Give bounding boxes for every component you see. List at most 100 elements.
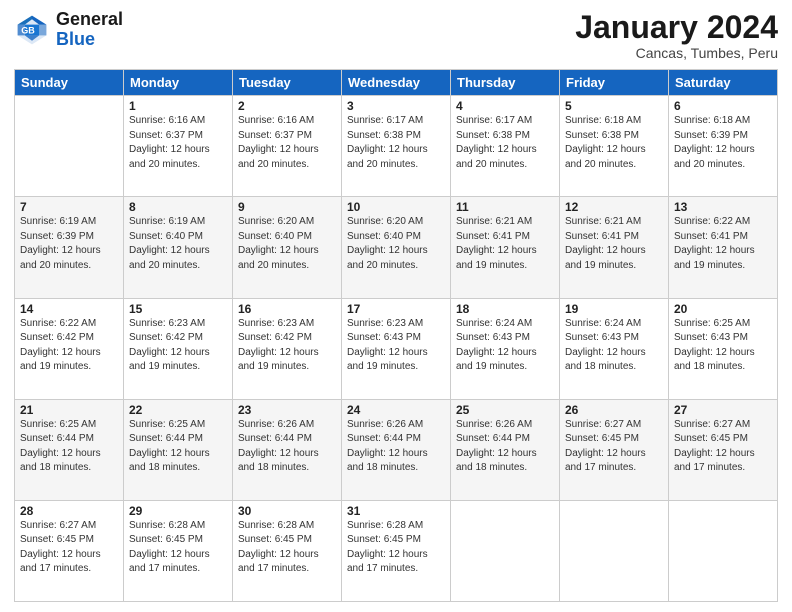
sunrise-text: Sunrise: 6:23 AM <box>129 318 205 329</box>
table-row: 8 Sunrise: 6:19 AM Sunset: 6:40 PM Dayli… <box>124 197 233 298</box>
header: GB General Blue January 2024 Cancas, Tum… <box>14 10 778 61</box>
sunrise-text: Sunrise: 6:22 AM <box>20 318 96 329</box>
day-number: 29 <box>129 504 227 518</box>
logo-text: General Blue <box>56 10 123 50</box>
day-number: 1 <box>129 99 227 113</box>
page: GB General Blue January 2024 Cancas, Tum… <box>0 0 792 612</box>
day-number: 27 <box>674 403 772 417</box>
table-row <box>669 500 778 601</box>
daylight-text: Daylight: 12 hours and 17 minutes. <box>238 549 319 575</box>
day-number: 28 <box>20 504 118 518</box>
sunset-text: Sunset: 6:37 PM <box>129 130 203 141</box>
daylight-text: Daylight: 12 hours and 17 minutes. <box>347 549 428 575</box>
col-sunday: Sunday <box>15 70 124 96</box>
sunset-text: Sunset: 6:45 PM <box>129 534 203 545</box>
day-number: 8 <box>129 200 227 214</box>
table-row: 13 Sunrise: 6:22 AM Sunset: 6:41 PM Dayl… <box>669 197 778 298</box>
sunset-text: Sunset: 6:41 PM <box>674 231 748 242</box>
sunset-text: Sunset: 6:45 PM <box>565 433 639 444</box>
sunset-text: Sunset: 6:40 PM <box>347 231 421 242</box>
sunset-text: Sunset: 6:40 PM <box>238 231 312 242</box>
daylight-text: Daylight: 12 hours and 20 minutes. <box>129 144 210 170</box>
sunset-text: Sunset: 6:43 PM <box>674 332 748 343</box>
day-number: 23 <box>238 403 336 417</box>
day-number: 15 <box>129 302 227 316</box>
sunrise-text: Sunrise: 6:18 AM <box>674 115 750 126</box>
table-row: 24 Sunrise: 6:26 AM Sunset: 6:44 PM Dayl… <box>342 399 451 500</box>
sunset-text: Sunset: 6:43 PM <box>347 332 421 343</box>
daylight-text: Daylight: 12 hours and 19 minutes. <box>565 245 646 271</box>
day-number: 5 <box>565 99 663 113</box>
daylight-text: Daylight: 12 hours and 19 minutes. <box>20 347 101 373</box>
table-row: 19 Sunrise: 6:24 AM Sunset: 6:43 PM Dayl… <box>560 298 669 399</box>
sunset-text: Sunset: 6:43 PM <box>565 332 639 343</box>
col-wednesday: Wednesday <box>342 70 451 96</box>
sunset-text: Sunset: 6:38 PM <box>565 130 639 141</box>
day-number: 30 <box>238 504 336 518</box>
table-row: 17 Sunrise: 6:23 AM Sunset: 6:43 PM Dayl… <box>342 298 451 399</box>
calendar-table: Sunday Monday Tuesday Wednesday Thursday… <box>14 69 778 602</box>
daylight-text: Daylight: 12 hours and 18 minutes. <box>456 448 537 474</box>
table-row: 22 Sunrise: 6:25 AM Sunset: 6:44 PM Dayl… <box>124 399 233 500</box>
day-number: 17 <box>347 302 445 316</box>
sunset-text: Sunset: 6:44 PM <box>347 433 421 444</box>
table-row: 14 Sunrise: 6:22 AM Sunset: 6:42 PM Dayl… <box>15 298 124 399</box>
day-info: Sunrise: 6:16 AM Sunset: 6:37 PM Dayligh… <box>238 114 336 172</box>
day-info: Sunrise: 6:22 AM Sunset: 6:41 PM Dayligh… <box>674 215 772 273</box>
day-info: Sunrise: 6:28 AM Sunset: 6:45 PM Dayligh… <box>238 519 336 577</box>
table-row: 4 Sunrise: 6:17 AM Sunset: 6:38 PM Dayli… <box>451 96 560 197</box>
table-row: 16 Sunrise: 6:23 AM Sunset: 6:42 PM Dayl… <box>233 298 342 399</box>
sunrise-text: Sunrise: 6:17 AM <box>347 115 423 126</box>
sunrise-text: Sunrise: 6:25 AM <box>20 419 96 430</box>
daylight-text: Daylight: 12 hours and 19 minutes. <box>456 347 537 373</box>
sunrise-text: Sunrise: 6:16 AM <box>238 115 314 126</box>
col-tuesday: Tuesday <box>233 70 342 96</box>
table-row <box>451 500 560 601</box>
week-row-5: 28 Sunrise: 6:27 AM Sunset: 6:45 PM Dayl… <box>15 500 778 601</box>
table-row: 21 Sunrise: 6:25 AM Sunset: 6:44 PM Dayl… <box>15 399 124 500</box>
daylight-text: Daylight: 12 hours and 20 minutes. <box>565 144 646 170</box>
daylight-text: Daylight: 12 hours and 18 minutes. <box>20 448 101 474</box>
table-row: 6 Sunrise: 6:18 AM Sunset: 6:39 PM Dayli… <box>669 96 778 197</box>
daylight-text: Daylight: 12 hours and 17 minutes. <box>674 448 755 474</box>
sunset-text: Sunset: 6:45 PM <box>20 534 94 545</box>
daylight-text: Daylight: 12 hours and 18 minutes. <box>238 448 319 474</box>
sunset-text: Sunset: 6:42 PM <box>20 332 94 343</box>
sunrise-text: Sunrise: 6:19 AM <box>20 216 96 227</box>
sunrise-text: Sunrise: 6:18 AM <box>565 115 641 126</box>
day-info: Sunrise: 6:26 AM Sunset: 6:44 PM Dayligh… <box>456 418 554 476</box>
table-row: 7 Sunrise: 6:19 AM Sunset: 6:39 PM Dayli… <box>15 197 124 298</box>
daylight-text: Daylight: 12 hours and 20 minutes. <box>674 144 755 170</box>
day-info: Sunrise: 6:28 AM Sunset: 6:45 PM Dayligh… <box>347 519 445 577</box>
sunset-text: Sunset: 6:37 PM <box>238 130 312 141</box>
table-row: 10 Sunrise: 6:20 AM Sunset: 6:40 PM Dayl… <box>342 197 451 298</box>
day-number: 11 <box>456 200 554 214</box>
daylight-text: Daylight: 12 hours and 20 minutes. <box>347 144 428 170</box>
day-info: Sunrise: 6:20 AM Sunset: 6:40 PM Dayligh… <box>238 215 336 273</box>
daylight-text: Daylight: 12 hours and 18 minutes. <box>565 347 646 373</box>
sunset-text: Sunset: 6:45 PM <box>347 534 421 545</box>
day-info: Sunrise: 6:25 AM Sunset: 6:43 PM Dayligh… <box>674 317 772 375</box>
sunrise-text: Sunrise: 6:24 AM <box>565 318 641 329</box>
table-row: 12 Sunrise: 6:21 AM Sunset: 6:41 PM Dayl… <box>560 197 669 298</box>
table-row: 3 Sunrise: 6:17 AM Sunset: 6:38 PM Dayli… <box>342 96 451 197</box>
day-info: Sunrise: 6:17 AM Sunset: 6:38 PM Dayligh… <box>456 114 554 172</box>
table-row: 23 Sunrise: 6:26 AM Sunset: 6:44 PM Dayl… <box>233 399 342 500</box>
day-number: 9 <box>238 200 336 214</box>
daylight-text: Daylight: 12 hours and 20 minutes. <box>129 245 210 271</box>
daylight-text: Daylight: 12 hours and 17 minutes. <box>20 549 101 575</box>
day-number: 10 <box>347 200 445 214</box>
header-row: Sunday Monday Tuesday Wednesday Thursday… <box>15 70 778 96</box>
day-info: Sunrise: 6:24 AM Sunset: 6:43 PM Dayligh… <box>565 317 663 375</box>
sunset-text: Sunset: 6:39 PM <box>20 231 94 242</box>
day-info: Sunrise: 6:28 AM Sunset: 6:45 PM Dayligh… <box>129 519 227 577</box>
week-row-2: 7 Sunrise: 6:19 AM Sunset: 6:39 PM Dayli… <box>15 197 778 298</box>
day-number: 12 <box>565 200 663 214</box>
sunset-text: Sunset: 6:44 PM <box>129 433 203 444</box>
day-number: 4 <box>456 99 554 113</box>
sunrise-text: Sunrise: 6:26 AM <box>456 419 532 430</box>
day-number: 24 <box>347 403 445 417</box>
sunset-text: Sunset: 6:41 PM <box>565 231 639 242</box>
table-row: 29 Sunrise: 6:28 AM Sunset: 6:45 PM Dayl… <box>124 500 233 601</box>
table-row: 28 Sunrise: 6:27 AM Sunset: 6:45 PM Dayl… <box>15 500 124 601</box>
